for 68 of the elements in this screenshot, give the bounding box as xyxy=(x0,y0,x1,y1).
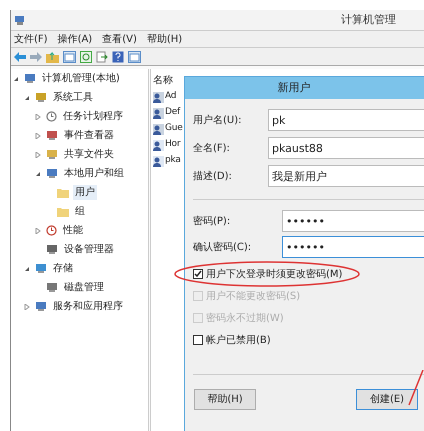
collapsed-arrow-icon[interactable] xyxy=(35,132,41,138)
expanded-arrow-icon[interactable] xyxy=(24,94,30,100)
dialog-title: 新用户 xyxy=(278,80,310,96)
folder-up-icon[interactable] xyxy=(46,50,59,62)
app-icon xyxy=(14,14,26,26)
tree-item[interactable]: 用户 xyxy=(73,185,97,200)
dialog-button[interactable]: 帮助(H) xyxy=(194,389,256,410)
annotation-line xyxy=(408,370,424,406)
folder-icon xyxy=(57,188,69,198)
collapsed-arrow-icon[interactable] xyxy=(35,114,41,120)
menu-item[interactable]: 查看(V) xyxy=(102,32,137,46)
tree-item[interactable]: 性能 xyxy=(61,223,85,238)
collapsed-arrow-icon[interactable] xyxy=(35,152,41,158)
list-item[interactable]: Gue xyxy=(165,122,183,136)
tree-item[interactable]: 存储 xyxy=(51,261,75,276)
checkbox-label: 密码永不过期(W) xyxy=(206,312,284,326)
checkbox-label: 帐户已禁用(B) xyxy=(206,334,271,348)
column-header[interactable]: 名称 xyxy=(153,72,173,88)
list-item[interactable]: pka xyxy=(165,154,181,168)
checkbox[interactable] xyxy=(193,269,203,279)
password-field[interactable]: •••••• xyxy=(282,210,424,232)
collapsed-arrow-icon[interactable] xyxy=(24,304,30,310)
expanded-arrow-icon[interactable] xyxy=(35,170,41,176)
field-label: 全名(F): xyxy=(193,142,231,156)
checkmark-icon xyxy=(194,270,202,278)
clock-icon xyxy=(46,111,57,122)
gauge-icon xyxy=(46,225,57,236)
field-label: 用户名(U): xyxy=(193,114,242,128)
text-field[interactable]: 我是新用户 xyxy=(268,165,424,187)
checkbox[interactable] xyxy=(193,335,203,345)
forward-arrow-icon[interactable] xyxy=(30,52,42,62)
field-label: 密码(P): xyxy=(193,214,232,228)
password-field[interactable]: •••••• xyxy=(282,236,424,258)
checkbox-label: 用户下次登录时须更改密码(M) xyxy=(206,268,342,282)
tree-item[interactable]: 磁盘管理 xyxy=(62,280,106,295)
list-item[interactable]: Hor xyxy=(165,138,180,152)
export-icon[interactable] xyxy=(96,50,108,62)
panel-icon[interactable] xyxy=(128,50,141,62)
window-title: 计算机管理 xyxy=(341,12,396,28)
list-item[interactable]: Def xyxy=(165,106,180,120)
checkbox-label: 用户不能更改密码(S) xyxy=(206,290,300,304)
menu-item[interactable]: 操作(A) xyxy=(58,32,92,46)
back-arrow-icon[interactable] xyxy=(14,52,26,62)
tree-item[interactable]: 系统工具 xyxy=(51,90,95,105)
expanded-arrow-icon[interactable] xyxy=(13,76,19,82)
field-label: 描述(D): xyxy=(193,170,233,184)
dialog-button[interactable]: 创建(E) xyxy=(356,389,418,410)
tree-item[interactable]: 计算机管理(本地) xyxy=(40,71,122,86)
tree-item[interactable]: 共享文件夹 xyxy=(62,147,116,162)
text-field[interactable]: pk xyxy=(268,109,424,131)
field-label: 确认密码(C): xyxy=(193,240,252,254)
computer-icon xyxy=(24,73,36,84)
menu-item[interactable]: 文件(F) xyxy=(14,32,48,46)
expanded-arrow-icon[interactable] xyxy=(24,266,30,272)
tree-item[interactable]: 本地用户和组 xyxy=(62,166,126,181)
console-icon[interactable] xyxy=(63,50,76,62)
tree-item[interactable]: 设备管理器 xyxy=(62,242,116,257)
tree-item[interactable]: 组 xyxy=(73,204,87,219)
folder-icon xyxy=(57,206,69,216)
text-field[interactable]: pkaust88 xyxy=(268,137,424,159)
list-item[interactable]: Ad xyxy=(165,90,176,104)
tree-item[interactable]: 事件查看器 xyxy=(62,128,116,143)
menu-item[interactable]: 帮助(H) xyxy=(146,32,182,46)
help-icon[interactable] xyxy=(112,50,124,62)
tree-item[interactable]: 任务计划程序 xyxy=(61,109,125,124)
tree-item[interactable]: 服务和应用程序 xyxy=(51,299,125,314)
refresh-icon[interactable] xyxy=(80,50,92,62)
collapsed-arrow-icon[interactable] xyxy=(35,228,41,234)
